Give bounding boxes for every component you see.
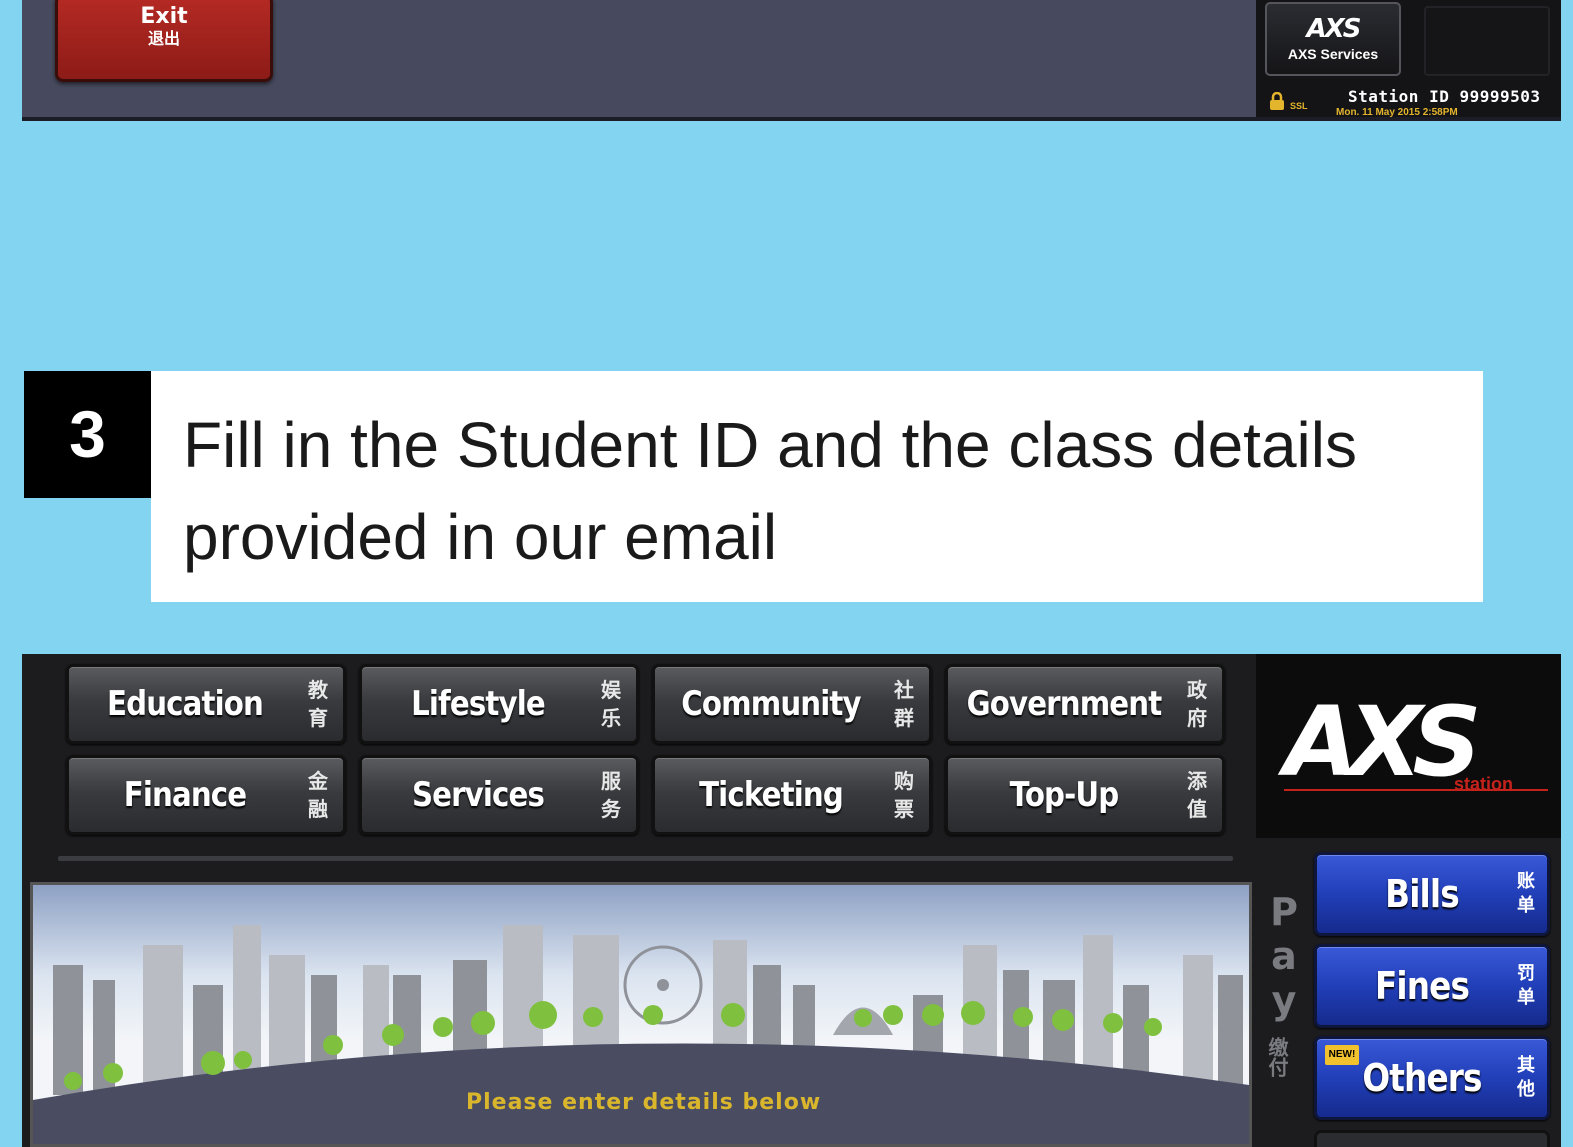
- category-label-zh: 社群: [894, 680, 914, 730]
- exit-button[interactable]: Exit 退出: [55, 0, 273, 82]
- category-label: Finance: [123, 775, 247, 815]
- pay-bills-button[interactable]: Bills 账单: [1314, 852, 1550, 936]
- step-instruction-text: Fill in the Student ID and the class det…: [183, 409, 1357, 573]
- category-label: Lifestyle: [411, 684, 546, 724]
- pay-button-label-zh: 其他: [1517, 1055, 1535, 1099]
- step-number: 3: [24, 371, 151, 498]
- divider: [58, 856, 1233, 861]
- category-label: Education: [107, 684, 264, 724]
- pay-button-label: Bills: [1385, 872, 1460, 916]
- pay-word: Pay: [1262, 890, 1306, 1031]
- pay-label: Pay 缴付: [1262, 890, 1306, 1077]
- category-label: Ticketing: [699, 775, 844, 815]
- axs-services-button[interactable]: AXS AXS Services: [1265, 2, 1401, 76]
- pay-button-label-zh: 罚单: [1517, 963, 1535, 1007]
- category-label-zh: 添值: [1187, 771, 1207, 821]
- category-label-zh: 金融: [308, 771, 328, 821]
- category-label-zh: 购票: [894, 771, 914, 821]
- pay-button-label: Fines: [1374, 964, 1470, 1008]
- category-services-button[interactable]: Services 服务: [359, 755, 639, 835]
- pay-button-label-zh: 账单: [1517, 871, 1535, 915]
- axs-services-label: AXS Services: [1287, 46, 1379, 62]
- step-instruction-box: Fill in the Student ID and the class det…: [151, 371, 1483, 602]
- instruction-text: Please enter details below: [466, 1090, 822, 1115]
- ssl-label: SSL: [1290, 101, 1308, 111]
- exit-label-zh: 退出: [147, 29, 180, 48]
- category-label-zh: 教育: [308, 680, 328, 730]
- category-label-zh: 服务: [601, 771, 621, 821]
- category-label-zh: 娱乐: [601, 680, 621, 730]
- pay-word-text: Pay: [1262, 890, 1306, 1022]
- category-finance-button[interactable]: Finance 金融: [66, 755, 346, 835]
- exit-label: Exit: [140, 4, 188, 29]
- category-label: Community: [681, 684, 861, 724]
- category-label: Government: [966, 684, 1163, 724]
- station-id: Station ID 99999503: [1348, 87, 1541, 106]
- category-top-up-button[interactable]: Top-Up 添值: [945, 755, 1225, 835]
- category-ticketing-button[interactable]: Ticketing 购票: [652, 755, 932, 835]
- top-kiosk-screenshot: Exit 退出 AXS AXS Services SSL Station ID …: [22, 0, 1561, 121]
- blank-button[interactable]: [1424, 6, 1550, 76]
- category-community-button[interactable]: Community 社群: [652, 664, 932, 744]
- category-label: Services: [411, 775, 545, 815]
- bottom-kiosk-screenshot: Education 教育 Lifestyle 娱乐 Community 社群 G…: [22, 654, 1561, 1147]
- lock-icon: [1270, 92, 1284, 110]
- pay-label-zh: 缴付: [1265, 1037, 1287, 1077]
- category-lifestyle-button[interactable]: Lifestyle 娱乐: [359, 664, 639, 744]
- category-education-button[interactable]: Education 教育: [66, 664, 346, 744]
- axs-logo-subtitle: station: [1454, 774, 1514, 794]
- category-label-zh: 政府: [1187, 680, 1207, 730]
- axs-services-logo: AXS: [1306, 14, 1362, 44]
- datetime: Mon. 11 May 2015 2:58PM: [1336, 107, 1458, 118]
- category-government-button[interactable]: Government 政府: [945, 664, 1225, 744]
- pay-others-button[interactable]: NEW! Others 其他: [1314, 1036, 1550, 1120]
- pay-fines-button[interactable]: Fines 罚单: [1314, 944, 1550, 1028]
- pay-button-label: Others: [1362, 1056, 1482, 1100]
- category-label: Top-Up: [1009, 775, 1120, 815]
- axs-logo: AXS: [1284, 686, 1481, 798]
- partial-button[interactable]: [1314, 1130, 1550, 1147]
